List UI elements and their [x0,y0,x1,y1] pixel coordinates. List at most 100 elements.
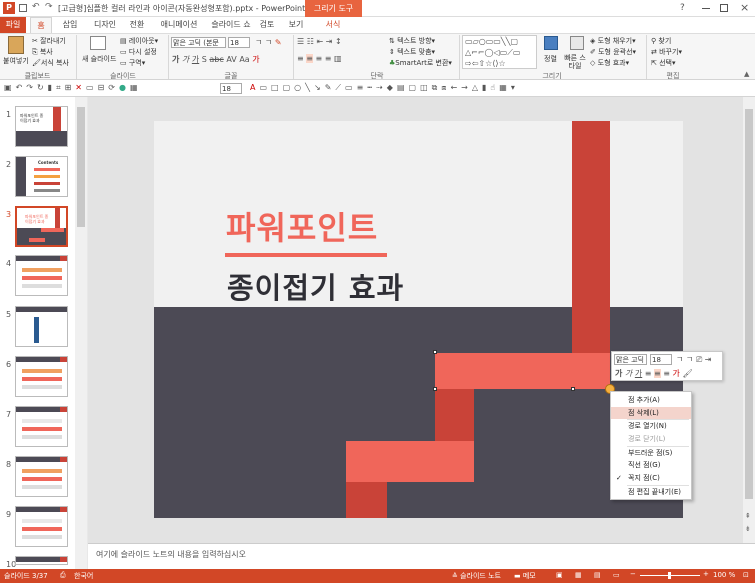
quick-styles-button[interactable]: 빠른 스타일 [562,54,588,70]
font-color-icon[interactable]: A [250,83,255,92]
clear-format-icon[interactable]: ✎ [275,38,282,47]
picture-icon[interactable]: ▦ [130,83,138,92]
editor-scroll-thumb[interactable] [745,109,753,499]
slide-thumbnail[interactable]: Contents [15,156,68,197]
normal-view-icon[interactable]: ▣ [556,571,563,579]
tab-transitions[interactable]: 전환 [124,17,150,33]
triangle-icon[interactable]: △ [472,83,478,92]
save-icon[interactable]: ▣ [4,83,12,92]
shrink-font-icon[interactable]: ㄱ [686,355,693,364]
align-right-icon[interactable]: ≡ [663,369,670,378]
crop-icon[interactable]: ⌗ [56,83,61,93]
context-menu-item[interactable]: 점 편집 끝내기(E) [611,486,691,499]
smartart-button[interactable]: ♣SmartArt로 변환▾ [389,58,452,68]
context-menu-item[interactable]: 직선 점(G) [611,459,691,472]
chart-icon[interactable]: ▮ [482,83,486,92]
font-name-select[interactable]: 맑은 고딕 (본문 [171,37,226,48]
slide-thumbnail[interactable] [15,406,68,447]
tab-design[interactable]: 디자인 [88,17,122,33]
shape-outline-button[interactable]: ✐ 도형 윤곽선▾ [590,47,636,57]
next-slide-icon[interactable]: ⇟ [745,525,751,533]
help-icon[interactable]: ? [680,3,685,13]
arrow-left-icon[interactable]: ← [450,83,457,92]
tab-format[interactable]: 서식 [318,17,348,33]
paste-button[interactable]: 붙여넣기 [3,56,29,66]
hand-icon[interactable]: ☝ [490,83,495,92]
notes-placeholder[interactable]: 여기에 슬라이드 노트의 내용을 입력하십시오 [96,549,246,560]
notes-toggle-button[interactable]: ≙ 슬라이드 노트 [452,571,501,581]
align-left-icon[interactable]: ≡ [645,369,652,378]
font-size-select[interactable]: 18 [228,37,250,48]
zoom-in-icon[interactable]: + [703,570,709,578]
gradient-icon[interactable]: ▤ [397,83,405,92]
bring-front-icon[interactable]: ⧉ [432,83,438,93]
new-slide-button[interactable]: 새 슬라이드 [82,54,116,64]
slide-thumbnail[interactable] [15,556,68,565]
slide-thumbnail[interactable] [15,506,68,547]
text-box-icon[interactable]: ▭ [259,83,267,92]
slide-thumbnail[interactable]: 파워포인트 종이접기 효과 [15,106,68,147]
line-icon[interactable]: ╲ [305,83,310,92]
slide-thumbnail[interactable] [15,456,68,497]
fill-icon[interactable]: ◆ [387,83,393,92]
copy-button[interactable]: ⎘ 복사 [32,47,53,57]
maximize-icon[interactable] [720,4,728,12]
shape-icon[interactable]: ▮ [48,83,52,92]
editor-scrollbar[interactable]: ⇞ ⇟ [743,97,755,543]
underline-icon[interactable]: 가 [635,369,642,378]
shape-fill-button[interactable]: ◈ 도형 채우기▾ [590,36,636,46]
tab-home[interactable]: 홈 [30,17,52,33]
indent-icon[interactable]: ⇥ [705,355,712,364]
align-left-icon[interactable]: ≡ [297,54,304,63]
slide-subtitle[interactable]: 종이접기 효과 [227,265,404,307]
reset-button[interactable]: ▭ 다시 설정 [120,47,157,57]
zoom-slider[interactable] [640,572,700,579]
paste-icon[interactable] [8,36,24,54]
reading-view-icon[interactable]: ▤ [594,571,601,579]
section-button[interactable]: ▭ 구역▾ [120,58,145,68]
italic-icon[interactable]: 가 [182,55,189,64]
shapes-gallery[interactable]: ▭▱○▭▭╲╲▢ △⌐⌐◯◁▭⟋▭ ⇨⇦⇧☆⟨⟩☆ [462,35,537,69]
minimize-icon[interactable] [702,8,710,9]
align-center-icon[interactable]: ≡ [306,54,313,63]
context-menu-item[interactable]: 점 추가(A) [611,394,691,407]
slide-thumbnail[interactable] [15,356,68,397]
slide-thumbnail[interactable]: 파워포인트 종이접기 효과 [15,206,68,247]
group-icon[interactable]: ⊞ [65,83,72,92]
context-menu-item[interactable]: 부드러운 점(S) [611,447,691,460]
text-direction-button[interactable]: ⇅ 텍스트 방향▾ [389,36,435,46]
mini-size-select[interactable]: 18 [650,354,672,365]
collapse-ribbon-icon[interactable]: ▲ [744,70,749,78]
format-painter-icon[interactable]: 🖌 [682,369,692,378]
slide-sorter-icon[interactable]: ▦ [575,571,582,579]
align-icon[interactable]: ⊟ [98,83,105,92]
context-menu-item[interactable]: 경로 열기(N) [611,420,691,433]
prev-slide-icon[interactable]: ⇞ [745,512,751,520]
layout-button[interactable]: ▤ 레이아웃▾ [120,36,158,46]
tab-review[interactable]: 검토 [255,17,279,33]
close-icon[interactable]: × [740,1,749,14]
qat-font-size[interactable]: 18 [220,83,242,94]
context-menu-item[interactable]: ✓ 꼭지 점(C) [611,472,691,485]
3d-icon[interactable]: ◫ [420,83,428,92]
rounded-rect-icon[interactable]: ▢ [283,83,291,92]
redo-icon[interactable]: ↷ [26,83,33,92]
zoom-out-icon[interactable]: − [630,570,636,578]
italic-icon[interactable]: 가 [625,369,632,378]
font-color-icon[interactable]: 가 [252,55,259,64]
comments-button[interactable]: ▬ 메모 [514,571,536,581]
arrow-line-icon[interactable]: ↘ [314,83,321,92]
fit-slide-icon[interactable]: ⊡ [743,571,749,579]
slide-thumbnail[interactable] [15,255,68,296]
undo-icon[interactable]: ↶ [32,2,40,12]
slideshow-icon[interactable]: ▭ [613,571,620,579]
tab-view[interactable]: 보기 [284,17,308,33]
arrow-right-icon[interactable]: → [461,83,468,92]
align-text-button[interactable]: ⇕ 텍스트 맞춤▾ [389,47,435,57]
rotate-icon[interactable]: ⟳ [108,83,115,92]
align-right-icon[interactable]: ≡ [316,54,323,63]
context-menu-item[interactable]: 점 삭제(L) [611,406,691,420]
slide-thumbnail[interactable] [15,306,68,347]
send-back-icon[interactable]: ⧈ [441,83,446,93]
shadow-icon[interactable]: S [202,55,207,64]
